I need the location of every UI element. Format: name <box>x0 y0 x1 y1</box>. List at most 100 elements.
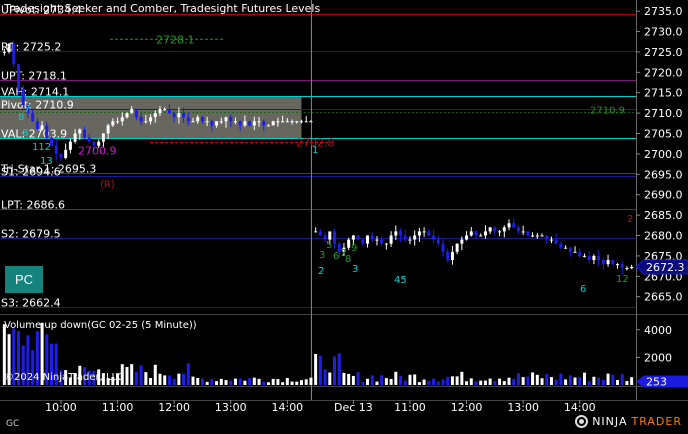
time-tick-label: 14:00 <box>564 401 596 414</box>
volume-bar <box>545 374 549 385</box>
candle-body <box>630 266 634 269</box>
volume-bar <box>606 373 610 385</box>
volume-bar <box>450 376 454 385</box>
volume-bar <box>465 381 469 385</box>
candle-body <box>436 239 440 244</box>
volume-bar <box>597 377 601 385</box>
volume-bar <box>252 377 256 385</box>
candle-body <box>597 255 601 260</box>
candle-body <box>87 137 91 142</box>
candle-body <box>167 109 171 114</box>
volume-bar <box>186 363 190 385</box>
candle-body <box>384 243 388 245</box>
brand-right: TRADER <box>631 415 682 428</box>
candle-body <box>106 125 110 134</box>
price-tick-label: 2690.0 <box>644 189 683 202</box>
candle-body <box>455 243 459 252</box>
setup-marker: 2 <box>318 266 324 277</box>
setup-marker: 6 <box>580 284 586 295</box>
candle-body <box>323 235 327 240</box>
volume-bar <box>125 366 129 385</box>
candle-body <box>564 247 568 249</box>
volume-bar <box>535 374 539 385</box>
candle-body <box>592 255 596 260</box>
volume-bar <box>479 380 483 385</box>
candle-body <box>116 121 120 123</box>
volume-bar <box>469 378 473 385</box>
candle-body <box>573 251 577 253</box>
volume-bar <box>342 372 346 385</box>
candle-body <box>200 117 204 122</box>
volume-bar <box>502 381 506 385</box>
setup-marker: 45 <box>394 275 407 286</box>
volume-bar <box>285 377 289 385</box>
volume-bar <box>205 381 209 385</box>
level-label: UPT: 2718.1 <box>1 70 67 83</box>
volume-bar <box>215 381 219 385</box>
volume-bar <box>229 380 233 385</box>
volume-bar <box>248 378 252 385</box>
candle-body <box>620 264 624 269</box>
setup-marker: 8 <box>22 128 28 139</box>
candle-body <box>403 235 407 240</box>
candle-body <box>375 239 379 241</box>
price-tick-label: 2730.0 <box>644 26 683 39</box>
candle-body <box>139 117 143 122</box>
candle-body <box>299 121 303 123</box>
price-tick-label: 2685.0 <box>644 209 683 222</box>
candle-body <box>356 235 360 240</box>
volume-bar <box>531 372 535 385</box>
candle-body <box>328 231 332 240</box>
pc-button[interactable]: PC <box>5 266 43 293</box>
level-label: VAL: 2703.9 <box>1 128 67 141</box>
copyright-text: ©2024 NinjaTrader, LLC <box>4 372 125 383</box>
candle-body <box>215 121 219 126</box>
volume-bar <box>483 380 487 385</box>
volume-bar <box>413 374 417 385</box>
volume-bar <box>233 378 237 385</box>
volume-bar <box>394 371 398 385</box>
volume-bar <box>625 381 629 385</box>
volume-bar <box>144 372 148 385</box>
candle-body <box>465 235 469 240</box>
volume-bar <box>630 377 634 385</box>
volume-bar <box>578 377 582 385</box>
time-tick-label: 12:00 <box>451 401 483 414</box>
candle-body <box>83 129 87 138</box>
price-chart[interactable]: UPivot: 2734.4R1: 2725.2UPT: 2718.1VAH: … <box>0 0 688 434</box>
setup-marker: 9 <box>351 243 357 254</box>
candle-body <box>545 235 549 240</box>
setup-marker: 3 <box>319 250 325 261</box>
volume-bar <box>455 376 459 385</box>
candle-body <box>540 235 544 237</box>
setup-marker: 8 <box>345 254 351 265</box>
candle-body <box>422 231 426 233</box>
candle-body <box>625 268 629 270</box>
volume-bar <box>474 381 478 385</box>
price-tick-label: 2695.0 <box>644 168 683 181</box>
volume-bar <box>399 375 403 385</box>
candle-body <box>186 117 190 122</box>
setup-marker: 6 <box>333 251 339 262</box>
candle-body <box>333 231 337 244</box>
candle-body <box>257 121 261 123</box>
setup-marker: 1 <box>312 145 318 156</box>
setup-marker: 5 <box>326 240 332 251</box>
annotation-marker: (R) <box>100 179 115 190</box>
candle-body <box>380 239 384 244</box>
candle-body <box>31 113 35 122</box>
candle-body <box>370 235 374 240</box>
volume-bar <box>554 379 558 385</box>
candle-body <box>526 231 530 236</box>
candle-body <box>304 121 308 123</box>
ninjatrader-logo: NINJA TRADER <box>575 415 682 428</box>
level-label: S1: 2694.6 <box>1 166 61 179</box>
volume-bar <box>318 355 322 385</box>
price-tick-label: 2715.0 <box>644 87 683 100</box>
annotation-price: 2710.9 <box>590 105 625 116</box>
candle-body <box>111 121 115 126</box>
candle-body <box>295 121 299 123</box>
volume-bar <box>219 378 223 385</box>
candle-body <box>290 121 294 123</box>
volume-bar <box>370 375 374 385</box>
